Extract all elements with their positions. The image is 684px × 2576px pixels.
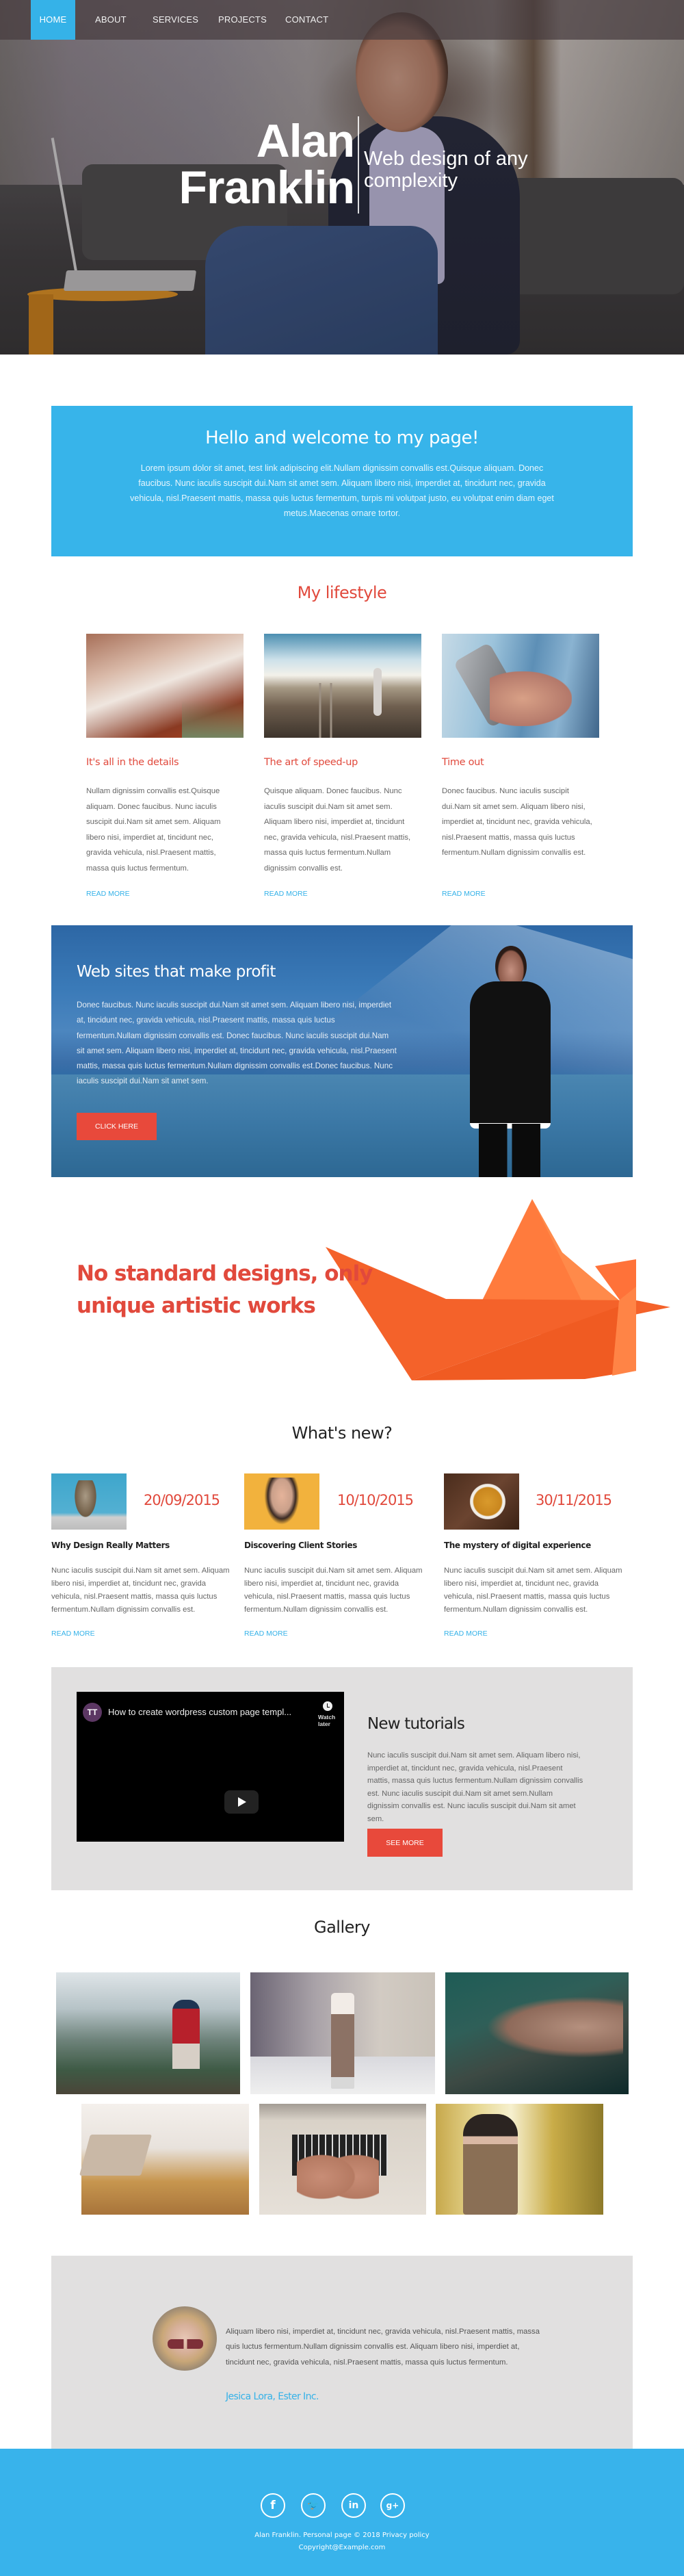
news-item-text: Nunc iaculis suscipit dui.Nam sit amet s… [444, 1567, 622, 1614]
hero-section: Home About Services Projects Contact Ala… [0, 0, 684, 355]
watch-later-label[interactable]: Watch later [318, 1714, 344, 1727]
hero-name-first: Alan [256, 115, 355, 167]
news-date: 30/11/2015 [536, 1492, 612, 1508]
video-player[interactable]: TT How to create wordpress custom page t… [77, 1692, 344, 1842]
news-item-text: Nunc iaculis suscipit dui.Nam sit amet s… [244, 1567, 423, 1614]
play-icon[interactable] [224, 1790, 259, 1814]
tutorials-title: New tutorials [367, 1715, 465, 1733]
gallery-image-laptops-cafe[interactable] [81, 2104, 249, 2215]
footer [0, 2449, 684, 2576]
avatar [153, 2306, 217, 2371]
lifestyle-title: My lifestyle [297, 583, 387, 602]
hero-name: Alan Franklin [179, 118, 355, 211]
testimonial-author: Jesica Lora, Ester Inc. [226, 2391, 319, 2402]
profit-photo-man-legs [479, 1124, 540, 1177]
footer-copyright: Alan Franklin. Personal page © 2018 Priv… [254, 2532, 430, 2539]
news-date: 20/09/2015 [144, 1492, 220, 1508]
welcome-banner: Hello and welcome to my page! Lorem ipsu… [51, 406, 633, 556]
lifestyle-read-more-link[interactable]: Read more [86, 890, 130, 898]
nav-services[interactable]: Services [153, 0, 198, 40]
artistic-tagline: No standard designs, only unique artisti… [77, 1261, 373, 1318]
linkedin-icon[interactable]: in [341, 2493, 366, 2518]
lifestyle-item-title: It's all in the details [86, 757, 179, 768]
footer-email: Copyright@Example.com [298, 2544, 386, 2551]
news-thumbnail-coffee [444, 1473, 519, 1530]
hero-name-last: Franklin [179, 162, 355, 214]
lifestyle-item-title: Time out [442, 757, 484, 768]
boat-sail-shade [532, 1199, 619, 1300]
gallery-image-autumn-man[interactable] [436, 2104, 603, 2215]
channel-avatar[interactable]: TT [83, 1703, 102, 1722]
lifestyle-image-railway [264, 634, 421, 738]
welcome-text: Lorem ipsum dolor sit amet, test link ad… [130, 463, 554, 518]
lifestyle-image-forest [86, 634, 244, 738]
click-here-button[interactable]: Click here [77, 1113, 157, 1140]
boat-front [612, 1287, 636, 1376]
news-date: 10/10/2015 [337, 1492, 414, 1508]
tutorials-section: TT How to create wordpress custom page t… [51, 1667, 633, 1890]
testimonial-section: Aliquam libero nisi, imperdiet at, tinci… [51, 2256, 633, 2449]
profit-text: Donec faucibus. Nunc iaculis suscipit du… [77, 1001, 397, 1086]
video-title[interactable]: How to create wordpress custom page temp… [108, 1707, 291, 1717]
gallery-image-hiker[interactable] [56, 1972, 240, 2094]
gallery-image-typing[interactable] [259, 2104, 426, 2215]
lifestyle-image-phone [442, 634, 599, 738]
lifestyle-item-text: Quisque aliquam. Donec faucibus. Nunc ia… [264, 787, 411, 873]
facebook-icon[interactable]: f [261, 2493, 285, 2518]
lifestyle-read-more-link[interactable]: Read more [442, 890, 486, 898]
news-thumbnail-sparrow [51, 1473, 127, 1530]
boat-sail [482, 1199, 588, 1300]
clock-icon[interactable] [323, 1701, 332, 1711]
main-navbar: Home About Services Projects Contact [0, 0, 684, 40]
news-item-title[interactable]: Why Design Really Matters [51, 1541, 170, 1550]
lifestyle-item-text: Donec faucibus. Nunc iaculis suscipit du… [442, 787, 592, 857]
news-item-title[interactable]: Discovering Client Stories [244, 1541, 357, 1550]
news-read-more-link[interactable]: Read more [244, 1630, 288, 1638]
news-read-more-link[interactable]: Read more [444, 1630, 488, 1638]
profit-banner: Web sites that make profit Donec faucibu… [51, 925, 633, 1177]
google-plus-icon[interactable]: g+ [380, 2493, 405, 2518]
gallery-image-wristwatch[interactable] [445, 1972, 629, 2094]
news-read-more-link[interactable]: Read more [51, 1630, 95, 1638]
lifestyle-item-text: Nullam dignissim convallis est.Quisque a… [86, 787, 221, 873]
welcome-title: Hello and welcome to my page! [205, 428, 479, 448]
profit-photo-man [466, 946, 554, 1177]
lifestyle-item-title: The art of speed-up [264, 757, 358, 768]
testimonial-text: Aliquam libero nisi, imperdiet at, tinci… [226, 2328, 540, 2367]
hero-divider [358, 116, 359, 214]
nav-contact[interactable]: Contact [285, 0, 328, 40]
profit-title: Web sites that make profit [77, 963, 276, 981]
profit-photo-man-torso [470, 981, 551, 1129]
news-title: What's new? [291, 1424, 393, 1443]
hero-tagline: Web design of any complexity [364, 148, 528, 192]
nav-projects[interactable]: Projects [218, 0, 267, 40]
boat-right-wing [595, 1259, 636, 1304]
nav-about[interactable]: About [95, 0, 127, 40]
nav-home[interactable]: Home [31, 0, 75, 40]
news-item-text: Nunc iaculis suscipit dui.Nam sit amet s… [51, 1567, 230, 1614]
lifestyle-read-more-link[interactable]: Read more [264, 890, 308, 898]
boat-bottom [412, 1300, 636, 1380]
news-item-title[interactable]: The mystery of digital experience [444, 1541, 591, 1550]
profit-photo-man-head [495, 946, 527, 987]
tutorials-text: Nunc iaculis suscipit dui.Nam sit amet s… [367, 1751, 583, 1823]
twitter-icon[interactable]: 🐦 [301, 2493, 326, 2518]
gallery-title: Gallery [314, 1918, 370, 1937]
see-more-button[interactable]: See more [367, 1829, 443, 1857]
news-thumbnail-girl [244, 1473, 319, 1530]
gallery-image-hot-chocolate[interactable] [250, 1972, 435, 2094]
